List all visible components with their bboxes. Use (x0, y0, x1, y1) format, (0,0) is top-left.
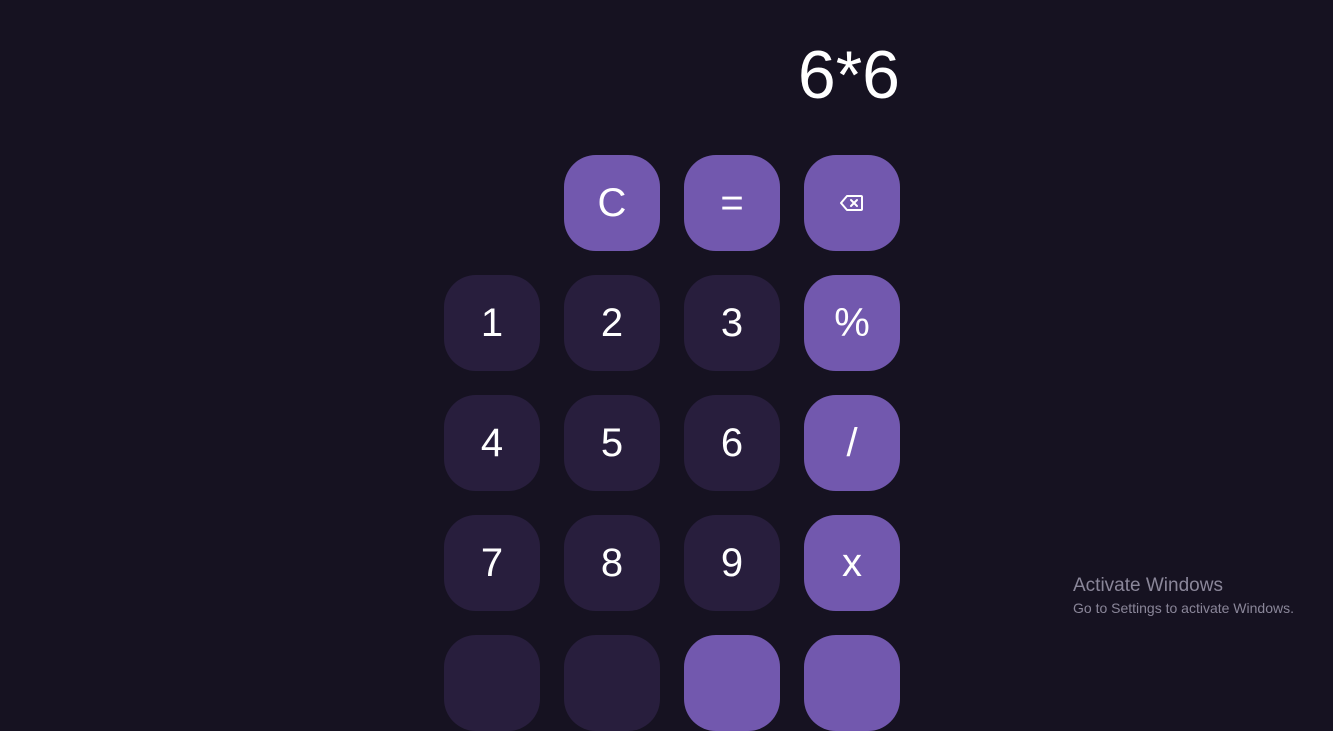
multiply-label: x (842, 540, 862, 585)
clear-button[interactable]: C (564, 155, 660, 251)
backspace-icon (840, 195, 863, 211)
equals-button-label: = (720, 180, 744, 225)
backspace-button[interactable] (804, 155, 900, 251)
divide-label: / (846, 420, 858, 465)
digit-7-label: 7 (480, 540, 504, 585)
watermark-title: Activate Windows (1073, 575, 1223, 596)
digit-1-label: 1 (480, 300, 504, 345)
digit-6-button[interactable]: 6 (684, 395, 780, 491)
divide-button[interactable]: / (804, 395, 900, 491)
multiply-button[interactable]: x (804, 515, 900, 611)
digit-7-button[interactable]: 7 (444, 515, 540, 611)
percent-label: % (834, 300, 870, 345)
clear-button-label: C (597, 180, 627, 225)
digit-2-button[interactable]: 2 (564, 275, 660, 371)
digit-9-label: 9 (720, 540, 744, 585)
digit-8-label: 8 (600, 540, 624, 585)
digit-5-button[interactable]: 5 (564, 395, 660, 491)
digit-4-label: 4 (480, 420, 504, 465)
digit-9-button[interactable]: 9 (684, 515, 780, 611)
calculator-keypad: C = 1 2 3 % 4 5 6 / 7 8 9 x (0, 0, 1333, 731)
row5-key-1[interactable] (444, 635, 540, 731)
digit-3-button[interactable]: 3 (684, 275, 780, 371)
digit-4-button[interactable]: 4 (444, 395, 540, 491)
watermark-subtitle: Go to Settings to activate Windows. (1073, 600, 1294, 616)
equals-button[interactable]: = (684, 155, 780, 251)
activate-windows-watermark: Activate Windows Go to Settings to activ… (1073, 574, 1294, 618)
digit-1-button[interactable]: 1 (444, 275, 540, 371)
row5-key-3[interactable] (684, 635, 780, 731)
digit-6-label: 6 (720, 420, 744, 465)
percent-button[interactable]: % (804, 275, 900, 371)
digit-3-label: 3 (720, 300, 744, 345)
digit-2-label: 2 (600, 300, 624, 345)
row5-key-4[interactable] (804, 635, 900, 731)
digit-8-button[interactable]: 8 (564, 515, 660, 611)
row5-key-2[interactable] (564, 635, 660, 731)
digit-5-label: 5 (600, 420, 624, 465)
